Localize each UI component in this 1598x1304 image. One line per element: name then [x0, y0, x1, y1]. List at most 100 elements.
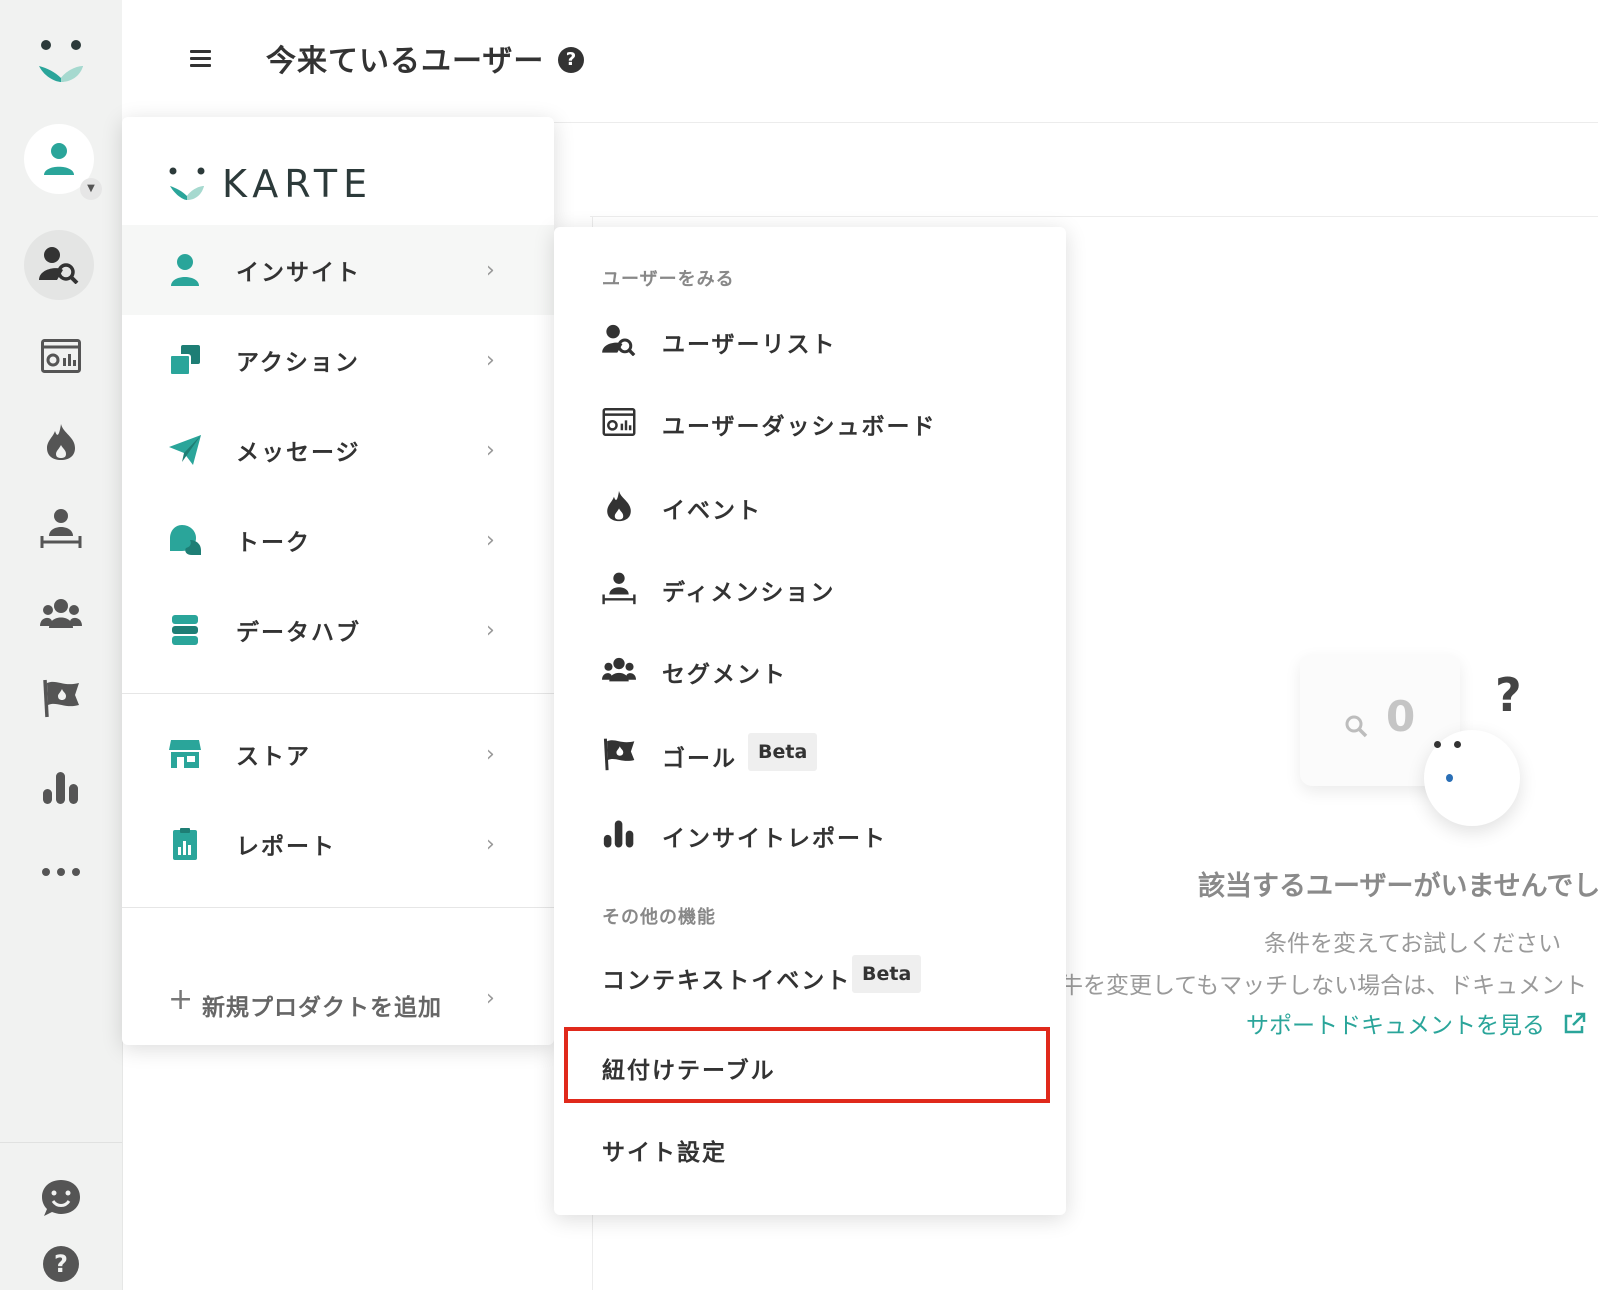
database-icon	[168, 613, 202, 647]
menu-divider	[122, 907, 554, 908]
submenu-item-insight-report[interactable]: インサイトレポート	[554, 799, 1066, 869]
bar-chart-icon	[43, 772, 78, 804]
submenu-item-site-settings[interactable]: サイト設定	[554, 1113, 1066, 1183]
menu-item-label: ストア	[236, 744, 311, 770]
menu-item-talk[interactable]: トーク ›	[122, 495, 554, 585]
menu-item-datahub[interactable]: データハブ ›	[122, 585, 554, 675]
chevron-right-icon: ›	[486, 437, 495, 463]
submenu-item-label: ユーザーダッシュボード	[662, 414, 937, 440]
dashboard-icon	[41, 339, 81, 373]
menu-item-label: データハブ	[236, 620, 361, 646]
submenu-item-dimension[interactable]: ディメンション	[554, 553, 1066, 623]
menu-item-insight[interactable]: インサイト ›	[122, 225, 554, 315]
goal-flag-icon	[43, 679, 79, 718]
submenu-item-label: ディメンション	[662, 580, 836, 606]
submenu-item-context-event[interactable]: コンテキストイベント Beta	[554, 941, 1066, 1011]
submenu-item-label: セグメント	[662, 662, 787, 688]
product-menu: KARTE インサイト › アクション › メッセージ › トーク › データハ…	[122, 117, 554, 1045]
chevron-right-icon: ›	[486, 986, 495, 1011]
menu-item-label: レポート	[236, 834, 336, 860]
empty-face-illustration	[1424, 730, 1520, 826]
more-icon	[42, 868, 80, 876]
empty-question-mark: ?	[1495, 668, 1522, 722]
chevron-right-icon: ›	[486, 617, 495, 643]
dashboard-icon	[602, 405, 636, 439]
chevron-right-icon: ›	[486, 257, 495, 283]
page-header: 今来ているユーザー ?	[122, 0, 1598, 123]
report-icon	[168, 827, 202, 861]
fire-icon	[602, 489, 636, 523]
action-icon	[168, 343, 202, 377]
empty-state-title: 該当するユーザーがいませんでし	[1198, 871, 1598, 902]
user-icon	[168, 253, 202, 287]
goal-flag-icon	[602, 737, 636, 771]
add-product-label: 新規プロダクトを追加	[202, 995, 442, 1021]
submenu-item-user-dashboard[interactable]: ユーザーダッシュボード	[554, 387, 1066, 457]
rail-event-button[interactable]	[21, 402, 101, 482]
rail-dimension-button[interactable]	[21, 488, 101, 568]
external-link-icon	[1565, 1012, 1586, 1034]
chevron-right-icon: ›	[486, 741, 495, 767]
karte-logo-icon[interactable]	[21, 22, 101, 102]
menu-item-store[interactable]: ストア ›	[122, 709, 554, 799]
submenu-item-label: サイト設定	[602, 1140, 727, 1166]
submenu-item-segment[interactable]: セグメント	[554, 635, 1066, 705]
brand-name: KARTE	[222, 162, 374, 206]
hamburger-menu-icon[interactable]	[188, 46, 214, 72]
submenu-item-label: イベント	[662, 498, 762, 524]
support-doc-link-label: サポートドキュメントを見る	[1246, 1013, 1545, 1039]
add-product-button[interactable]: + 新規プロダクトを追加 ›	[122, 982, 554, 1042]
paper-plane-icon	[168, 433, 202, 467]
chevron-right-icon: ›	[486, 831, 495, 857]
submenu-item-goal[interactable]: ゴール Beta	[554, 719, 1066, 789]
content-divider	[590, 216, 1598, 217]
rail-dashboard-button[interactable]	[21, 316, 101, 396]
menu-item-action[interactable]: アクション ›	[122, 315, 554, 405]
section-heading-other: その他の機能	[602, 907, 716, 928]
search-icon	[1345, 715, 1368, 738]
support-doc-link[interactable]: サポートドキュメントを見る	[1246, 1006, 1586, 1040]
rail-report-button[interactable]	[21, 748, 101, 828]
submenu-item-user-list[interactable]: ユーザーリスト	[554, 305, 1066, 375]
account-dropdown-icon[interactable]: ▼	[80, 178, 102, 200]
submenu-item-event[interactable]: イベント	[554, 471, 1066, 541]
menu-item-label: アクション	[236, 350, 360, 376]
karte-logo-icon	[169, 167, 205, 200]
store-icon	[168, 737, 202, 771]
rail-help-button[interactable]: ?	[21, 1224, 101, 1304]
talk-bubble-icon	[168, 523, 202, 557]
page-title: 今来ているユーザー	[266, 44, 545, 79]
rail-segment-button[interactable]	[21, 574, 101, 654]
rail-insight-button[interactable]	[24, 230, 94, 300]
submenu-item-link-table[interactable]: 紐付けテーブル	[554, 1031, 1066, 1101]
submenu-item-label: ゴール	[662, 746, 737, 772]
user-icon	[44, 143, 74, 175]
segment-icon	[602, 653, 636, 687]
help-icon: ?	[43, 1246, 79, 1282]
chat-face-icon	[42, 1180, 80, 1216]
menu-item-label: メッセージ	[236, 440, 361, 466]
empty-count: 0	[1386, 692, 1416, 741]
menu-divider	[122, 693, 554, 694]
menu-item-label: インサイト	[236, 260, 361, 286]
beta-badge: Beta	[852, 955, 922, 993]
bar-chart-icon	[602, 817, 636, 851]
rail-goal-button[interactable]	[21, 658, 101, 738]
plus-icon: +	[168, 982, 194, 1017]
empty-state-subtitle: 条件を変えてお試しください	[1264, 931, 1562, 957]
menu-item-report[interactable]: レポート ›	[122, 799, 554, 889]
chevron-right-icon: ›	[486, 347, 495, 373]
left-rail: ▼ ?	[0, 0, 123, 1290]
dimension-icon	[602, 571, 636, 605]
fire-icon	[47, 424, 75, 460]
empty-state-note: 牛を変更してもマッチしない場合は、ドキュメント	[1060, 973, 1588, 999]
chevron-right-icon: ›	[486, 527, 495, 553]
menu-item-message[interactable]: メッセージ ›	[122, 405, 554, 495]
rail-more-button[interactable]	[21, 832, 101, 912]
title-help-icon[interactable]: ?	[558, 47, 584, 73]
user-search-icon	[39, 247, 79, 284]
section-heading-users: ユーザーをみる	[602, 269, 735, 290]
rail-divider	[0, 1142, 122, 1143]
submenu-item-label: コンテキストイベント	[602, 968, 852, 994]
beta-badge: Beta	[748, 733, 818, 771]
